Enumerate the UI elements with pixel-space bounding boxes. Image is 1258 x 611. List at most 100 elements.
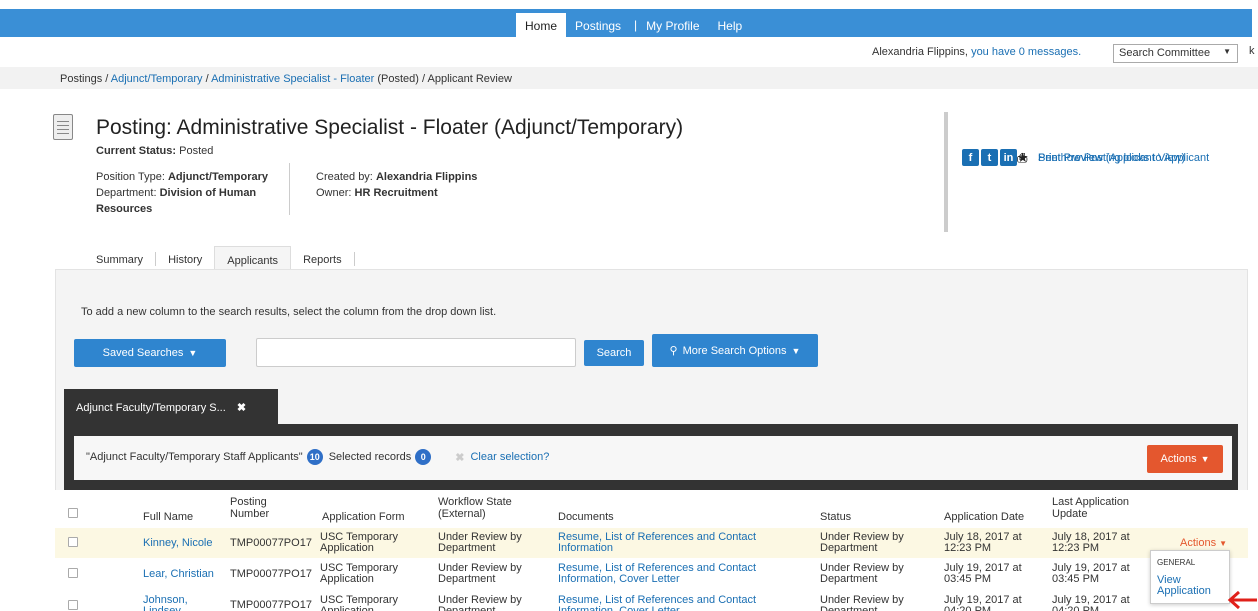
breadcrumb-posting[interactable]: Administrative Specialist - Floater [211, 73, 374, 85]
records-summary: "Adjunct Faculty/Temporary Staff Applica… [86, 449, 549, 465]
row-actions-label: Actions [1180, 537, 1217, 549]
application-date: July 19, 2017 at 03:45 PM [944, 562, 1022, 585]
owner-value: HR Recruitment [354, 187, 438, 199]
application-form: USC Temporary Application [320, 594, 399, 611]
tab-history[interactable]: History [156, 246, 214, 270]
search-button[interactable]: Search [584, 340, 644, 366]
breadcrumb-current: Applicant Review [427, 73, 512, 85]
header-application-date[interactable]: Application Date [944, 511, 1024, 523]
chevron-down-icon: ▼ [188, 348, 198, 358]
header-full-name[interactable]: Full Name [143, 511, 193, 523]
annotation-arrow-icon [1227, 590, 1257, 610]
nav-my-profile[interactable]: My Profile [637, 13, 708, 37]
selected-count-badge: 0 [415, 449, 432, 465]
status-value: Posted [179, 145, 214, 157]
applicant-name-link[interactable]: Johnson, Lindsey [143, 595, 213, 611]
search-name: "Adjunct Faculty/Temporary Staff Applica… [86, 451, 303, 463]
application-status: Under Review by Department [820, 562, 904, 585]
nav-help[interactable]: Help [709, 13, 752, 37]
last-update: July 19, 2017 at 04:20 PM [1052, 594, 1130, 611]
column-hint: To add a new column to the search result… [81, 306, 497, 318]
breadcrumb-sep: / [105, 73, 109, 85]
row-checkbox[interactable] [68, 568, 78, 578]
document-icon [53, 114, 73, 140]
workflow-state: Under Review by Department [438, 531, 522, 554]
cut-off-text: k [1249, 45, 1255, 57]
more-search-options-button[interactable]: ⚲ More Search Options ▼ [652, 334, 818, 367]
documents-link[interactable]: Resume, List of References and Contact I… [558, 563, 798, 585]
saved-searches-button[interactable]: Saved Searches ▼ [74, 339, 226, 367]
role-select[interactable]: Search Committee ▼ [1113, 44, 1238, 63]
print-preview-link[interactable]: ⎙ Print Preview [1017, 147, 1258, 168]
row-checkbox[interactable] [68, 600, 78, 610]
applicant-name-link[interactable]: Kinney, Nicole [143, 538, 213, 549]
tab-reports[interactable]: Reports [291, 246, 354, 270]
close-icon[interactable]: ✖ [237, 402, 246, 414]
department-label: Department: [96, 187, 157, 199]
breadcrumb-root: Postings [60, 73, 103, 85]
posting-tabs: Summary History Applicants Reports [84, 246, 355, 270]
breadcrumb-sep: / [205, 73, 209, 85]
posting-links: ★ See how Posting looks to Applicant ⎙ P… [962, 147, 1209, 166]
print-preview-label[interactable]: Print Preview [1038, 152, 1103, 164]
nav-postings[interactable]: Postings [566, 13, 630, 37]
selected-records-label: Selected records [328, 451, 412, 463]
applicant-name-link[interactable]: Lear, Christian [143, 569, 214, 580]
linkedin-icon[interactable]: in [1000, 149, 1017, 166]
facebook-icon[interactable]: f [962, 149, 979, 166]
application-form: USC Temporary Application [320, 531, 399, 554]
header-last-update[interactable]: Last Application Update [1052, 496, 1162, 520]
application-date: July 18, 2017 at 12:23 PM [944, 531, 1022, 554]
posting-meta-left: Position Type: Adjunct/Temporary Departm… [96, 169, 286, 217]
header-status[interactable]: Status [820, 511, 851, 523]
owner-label: Owner: [316, 187, 352, 199]
workflow-state: Under Review by Department [438, 594, 522, 611]
search-input[interactable] [256, 338, 576, 367]
position-type-label: Position Type: [96, 171, 165, 183]
status-label: Current Status: [96, 145, 177, 157]
header-documents[interactable]: Documents [558, 511, 614, 523]
total-count-badge: 10 [306, 449, 323, 465]
chevron-down-icon: ▼ [791, 345, 801, 356]
application-status: Under Review by Department [820, 594, 904, 611]
bulk-actions-button[interactable]: Actions ▼ [1147, 445, 1223, 473]
chevron-down-icon: ▼ [1223, 47, 1231, 56]
documents-link[interactable]: Resume, List of References and Contact I… [558, 595, 798, 611]
posting-meta-right: Created by: Alexandria Flippins Owner: H… [316, 169, 477, 201]
nav-separator: | [634, 18, 638, 32]
role-select-value: Search Committee [1119, 47, 1211, 59]
application-form: USC Temporary Application [320, 562, 399, 585]
row-checkbox[interactable] [68, 537, 78, 547]
twitter-icon[interactable]: t [981, 149, 998, 166]
created-by-label: Created by: [316, 171, 373, 183]
menu-section-general: GENERAL [1157, 558, 1196, 567]
view-application-item[interactable]: View Application [1157, 575, 1229, 597]
created-by-value: Alexandria Flippins [375, 171, 478, 183]
header-application-form[interactable]: Application Form [322, 511, 405, 523]
top-nav-bar: Home Postings | My Profile Help [0, 9, 1252, 37]
saved-search-chip[interactable]: Adjunct Faculty/Temporary S... ✖ [64, 389, 278, 424]
select-all-checkbox[interactable] [68, 508, 78, 518]
current-status: Current Status: Posted [96, 145, 213, 157]
last-update: July 18, 2017 at 12:23 PM [1052, 531, 1130, 554]
tab-applicants[interactable]: Applicants [214, 246, 292, 270]
posting-number: TMP00077PO17 [230, 537, 312, 549]
tab-summary[interactable]: Summary [84, 246, 155, 270]
nav-home[interactable]: Home [516, 13, 567, 37]
page-title: Posting: Administrative Specialist - Flo… [96, 116, 684, 139]
chevron-down-icon: ▼ [1200, 454, 1210, 464]
application-status: Under Review by Department [820, 531, 904, 554]
search-icon: ⚲ [669, 345, 678, 357]
row-actions-button[interactable]: Actions ▼ [1180, 538, 1227, 549]
clear-selection-link[interactable]: Clear selection? [470, 451, 549, 463]
breadcrumb-posting-status: (Posted) [377, 73, 419, 85]
last-update: July 19, 2017 at 03:45 PM [1052, 562, 1130, 585]
documents-link[interactable]: Resume, List of References and Contact I… [558, 532, 798, 554]
header-posting-number[interactable]: Posting Number [230, 496, 280, 520]
header-workflow-state[interactable]: Workflow State (External) [438, 496, 538, 520]
breadcrumb-adjunct[interactable]: Adjunct/Temporary [111, 73, 203, 85]
application-date: July 19, 2017 at 04:20 PM [944, 594, 1022, 611]
meta-divider [289, 163, 290, 215]
messages-link[interactable]: you have 0 messages. [971, 46, 1081, 58]
user-greeting: Alexandria Flippins, you have 0 messages… [872, 46, 1081, 58]
